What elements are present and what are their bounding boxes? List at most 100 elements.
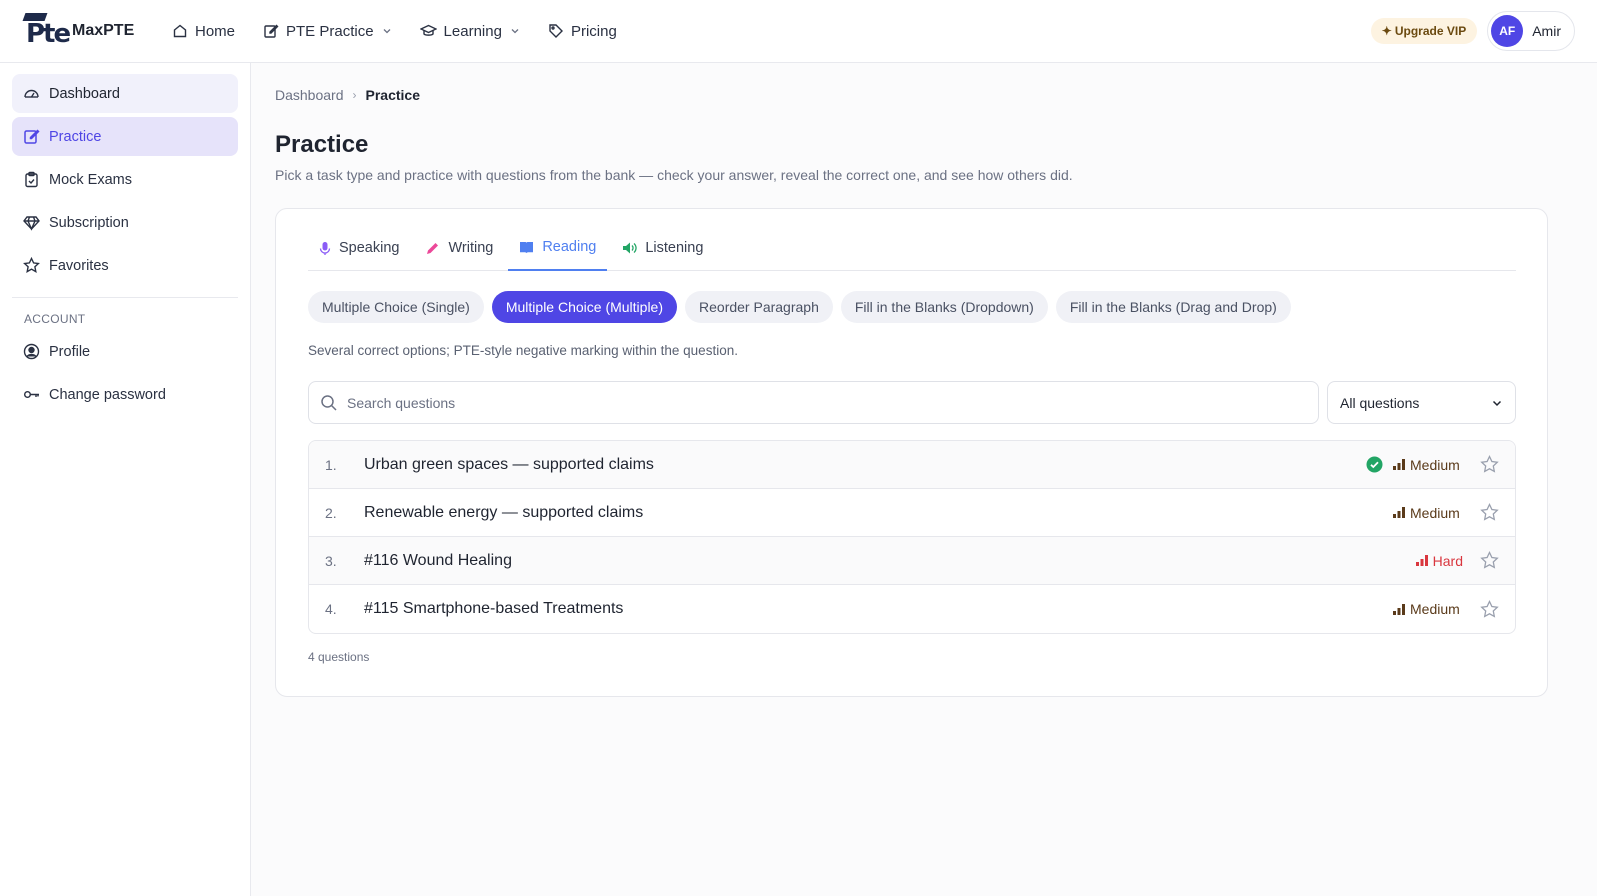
- tab-label: Writing: [448, 240, 494, 256]
- search-input[interactable]: [347, 394, 1247, 411]
- difficulty-label: Medium: [1410, 601, 1460, 617]
- chip-multiple-choice-single[interactable]: Multiple Choice (Single): [308, 291, 484, 323]
- avatar: AF: [1491, 15, 1524, 47]
- task-type-chips: Multiple Choice (Single) Multiple Choice…: [308, 291, 1291, 323]
- search-box: [308, 381, 1319, 424]
- sidebar-item-label: Subscription: [49, 214, 129, 231]
- tab-speaking[interactable]: Speaking: [308, 225, 410, 271]
- sidebar-item-change-password[interactable]: Change password: [12, 375, 238, 414]
- dashboard-gauge-icon: [24, 89, 39, 98]
- nav-learning-label: Learning: [443, 22, 502, 40]
- search-icon: [321, 394, 337, 411]
- sidebar-item-mock-exams[interactable]: Mock Exams: [12, 160, 238, 199]
- list-item[interactable]: 3. #116 Wound Healing Hard: [309, 537, 1515, 585]
- breadcrumb-current: Practice: [365, 87, 420, 103]
- home-icon: [173, 24, 187, 38]
- sidebar-item-label: Change password: [49, 386, 166, 403]
- sidebar-divider: [12, 297, 238, 298]
- chevron-down-icon: [511, 29, 519, 34]
- filter-selected-value: All questions: [1340, 394, 1420, 411]
- clipboard-icon: [25, 171, 38, 188]
- sidebar-item-favorites[interactable]: Favorites: [12, 246, 238, 285]
- sidebar-item-subscription[interactable]: Subscription: [12, 203, 238, 242]
- signal-bars-icon: [1393, 603, 1405, 615]
- nav-pricing-label: Pricing: [570, 22, 617, 40]
- list-item[interactable]: 4. #115 Smartphone-based Treatments Medi…: [309, 585, 1515, 633]
- brand-name: MaxPTE: [72, 22, 135, 39]
- microphone-icon: [319, 241, 331, 255]
- favorite-star-icon[interactable]: [1480, 599, 1499, 619]
- nav-pte-practice-label: PTE Practice: [286, 22, 374, 40]
- tab-label: Reading: [542, 239, 597, 255]
- sidebar: Dashboard Practice Mock Exams Subscripti…: [0, 63, 251, 896]
- top-navigation-bar: Pte MaxPTE Home PTE Practice Learning Pr…: [0, 0, 1597, 63]
- upgrade-vip-button[interactable]: ✦ Upgrade VIP: [1370, 18, 1478, 44]
- difficulty-label: Medium: [1410, 504, 1460, 521]
- user-menu[interactable]: AF Amir: [1487, 11, 1575, 51]
- tab-label: Listening: [645, 240, 704, 256]
- tab-reading[interactable]: Reading: [508, 225, 608, 271]
- question-meta: Medium: [1366, 455, 1499, 474]
- tab-writing[interactable]: Writing: [414, 225, 504, 271]
- page-title: Practice: [275, 131, 369, 158]
- nav-pricing[interactable]: Pricing: [534, 11, 631, 51]
- nav-learning[interactable]: Learning: [406, 11, 534, 51]
- upgrade-vip-label: Upgrade VIP: [1394, 24, 1467, 38]
- question-count: 4 questions: [308, 650, 370, 664]
- chevron-right-icon: ›: [352, 88, 357, 102]
- difficulty-badge: Hard: [1393, 553, 1463, 569]
- signal-bars-icon: [1415, 555, 1428, 566]
- tab-listening[interactable]: Listening: [611, 225, 714, 271]
- breadcrumb-dashboard[interactable]: Dashboard: [275, 87, 344, 103]
- difficulty-label: Medium: [1410, 456, 1460, 473]
- edit-icon: [264, 24, 279, 38]
- sidebar-item-profile[interactable]: Profile: [12, 332, 238, 371]
- question-number: 1.: [325, 456, 337, 473]
- difficulty-label: Hard: [1432, 552, 1463, 569]
- chip-reorder-paragraph[interactable]: Reorder Paragraph: [685, 291, 833, 323]
- difficulty-badge: Medium: [1393, 457, 1463, 473]
- question-title: #116 Wound Healing: [364, 551, 512, 569]
- star-icon: [23, 257, 40, 273]
- sidebar-item-practice[interactable]: Practice: [12, 117, 238, 156]
- user-name: Amir: [1532, 23, 1561, 39]
- question-number: 3.: [325, 552, 337, 569]
- check-circle-icon: [1366, 456, 1383, 473]
- question-list: 1. Urban green spaces — supported claims…: [308, 440, 1516, 634]
- key-icon: [24, 390, 39, 398]
- sidebar-item-label: Profile: [49, 343, 91, 360]
- header-actions: ✦ Upgrade VIP AF Amir: [1370, 11, 1575, 51]
- favorite-star-icon[interactable]: [1480, 455, 1499, 474]
- practice-card: Speaking Writing Reading Listening Multi…: [275, 208, 1548, 697]
- chip-fill-blanks-dropdown[interactable]: Fill in the Blanks (Dropdown): [840, 291, 1048, 323]
- sidebar-section-account: ACCOUNT: [24, 312, 86, 326]
- brand-logo[interactable]: Pte MaxPTE: [22, 13, 140, 49]
- list-item[interactable]: 2. Renewable energy — supported claims M…: [309, 489, 1515, 537]
- chip-fill-blanks-drag-drop[interactable]: Fill in the Blanks (Drag and Drop): [1055, 291, 1291, 323]
- favorite-star-icon[interactable]: [1480, 503, 1499, 522]
- question-number: 2.: [325, 504, 337, 521]
- book-icon: [520, 242, 534, 253]
- sparkle-icon: ✦: [1381, 24, 1392, 38]
- sidebar-item-dashboard[interactable]: Dashboard: [12, 74, 238, 113]
- difficulty-badge: Medium: [1393, 505, 1463, 521]
- tag-icon: [549, 24, 563, 38]
- question-filter-select[interactable]: All questions: [1327, 381, 1516, 424]
- list-item[interactable]: 1. Urban green spaces — supported claims…: [309, 441, 1515, 489]
- question-meta: Medium: [1393, 503, 1499, 522]
- sidebar-item-label: Mock Exams: [49, 171, 132, 188]
- diamond-icon: [23, 216, 40, 231]
- chevron-down-icon: [383, 29, 391, 34]
- pencil-icon: [427, 242, 439, 254]
- question-meta: Hard: [1393, 551, 1499, 570]
- signal-bars-icon: [1393, 507, 1405, 518]
- signal-bars-icon: [1393, 459, 1405, 470]
- favorite-star-icon[interactable]: [1480, 551, 1499, 570]
- nav-home[interactable]: Home: [158, 11, 249, 51]
- main-nav: Home PTE Practice Learning Pricing: [158, 11, 631, 51]
- question-meta: Medium: [1393, 599, 1499, 619]
- nav-pte-practice[interactable]: PTE Practice: [249, 11, 406, 51]
- question-title: Renewable energy — supported claims: [364, 503, 644, 521]
- speaker-icon: [623, 242, 637, 254]
- chip-multiple-choice-multiple[interactable]: Multiple Choice (Multiple): [491, 291, 678, 323]
